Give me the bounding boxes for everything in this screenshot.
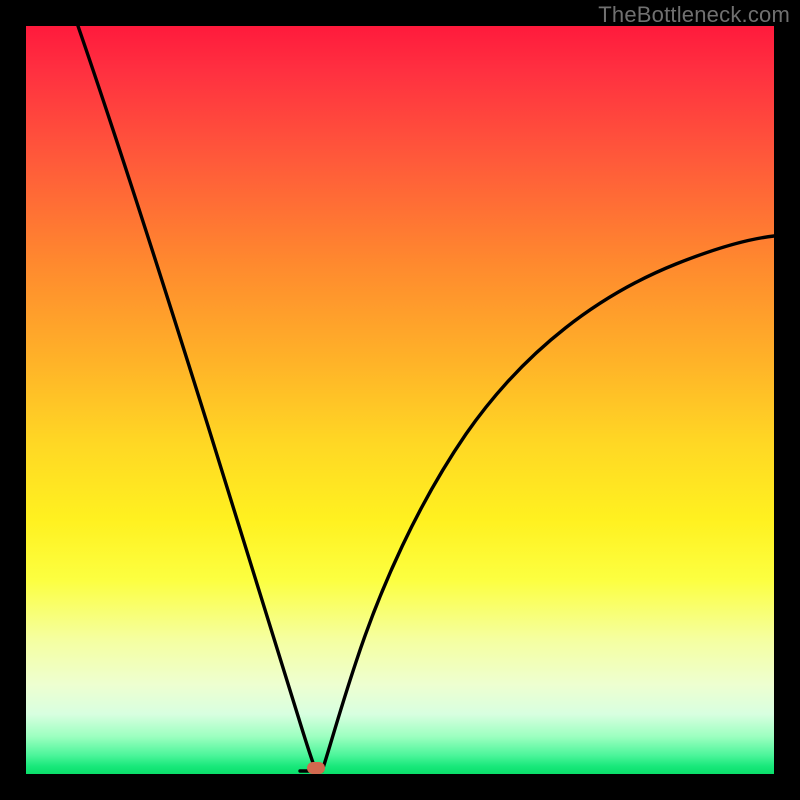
- curve-right-branch: [322, 236, 774, 771]
- plot-area: [26, 26, 774, 774]
- curve-left-branch: [78, 26, 316, 771]
- bottleneck-curve: [26, 26, 774, 774]
- chart-frame: TheBottleneck.com: [0, 0, 800, 800]
- watermark-text: TheBottleneck.com: [598, 2, 790, 28]
- optimal-point-marker: [307, 762, 325, 774]
